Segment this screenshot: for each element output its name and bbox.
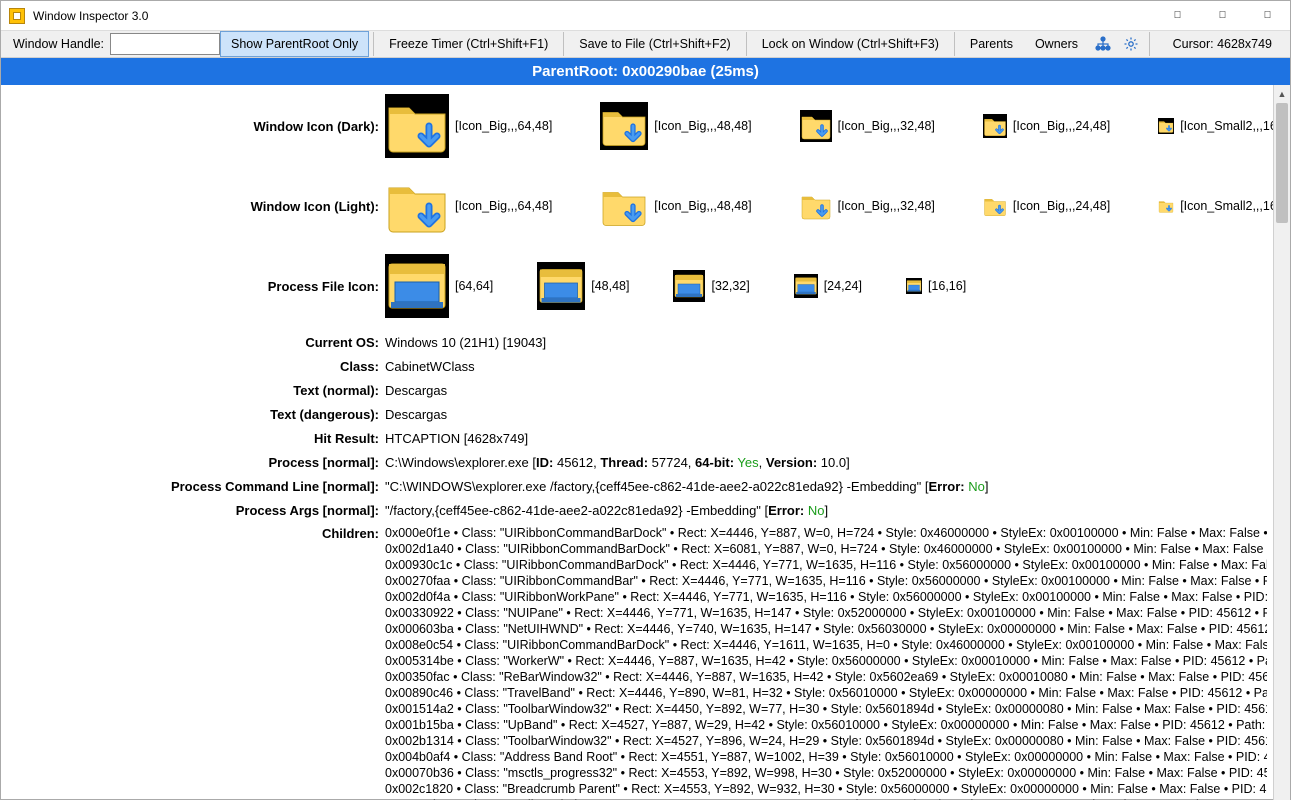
scroll-up-icon[interactable]: ▲ [1274, 85, 1290, 102]
freeze-timer-button[interactable]: Freeze Timer (Ctrl+Shift+F1) [378, 31, 559, 57]
folder-download-icon [983, 114, 1007, 138]
value-children: 0x000e0f1e • Class: "UIRibbonCommandBarD… [385, 525, 1267, 800]
value-class: CabinetWClass [385, 359, 475, 374]
icon-caption: [24,24] [824, 279, 862, 293]
window-handle-label: Window Handle: [7, 37, 110, 51]
value-process-normal: C:\Windows\explorer.exe [ID: 45612, Thre… [385, 455, 850, 470]
label-process-cmdline: Process Command Line [normal]: [7, 479, 385, 494]
folder-download-icon [800, 110, 832, 142]
vertical-scrollbar[interactable]: ▲ ▼ [1273, 85, 1290, 800]
close-button[interactable]:  [1245, 1, 1290, 31]
label-process-normal: Process [normal]: [7, 455, 385, 470]
window-icon-light-set: [Icon_Big,,,64,48] [Icon_Big,,,48,48] [I… [385, 174, 1273, 238]
value-hit-result: HTCAPTION [4628x749] [385, 431, 528, 446]
icon-caption: [Icon_Big,,,64,48] [455, 119, 552, 133]
details-pane[interactable]: Window Icon (Dark): [Icon_Big,,,64,48] [… [1, 85, 1273, 800]
folder-download-icon [600, 102, 648, 150]
explorer-icon [906, 278, 922, 294]
explorer-icon [794, 274, 818, 298]
folder-download-icon [1158, 198, 1174, 214]
titlebar: Window Inspector 3.0    [1, 1, 1290, 31]
lock-on-window-button[interactable]: Lock on Window (Ctrl+Shift+F3) [751, 31, 950, 57]
value-process-cmdline: "C:\WINDOWS\explorer.exe /factory,{ceff4… [385, 479, 988, 494]
minimize-button[interactable]:  [1155, 1, 1200, 31]
settings-icon[interactable] [1117, 31, 1145, 57]
label-class: Class: [7, 359, 385, 374]
folder-download-icon [600, 182, 648, 230]
icon-caption: [16,16] [928, 279, 966, 293]
window-title: Window Inspector 3.0 [33, 9, 1155, 23]
show-parentroot-button[interactable]: Show ParentRoot Only [220, 31, 369, 57]
owners-button[interactable]: Owners [1024, 31, 1089, 57]
icon-caption: [32,32] [711, 279, 749, 293]
label-process-args: Process Args [normal]: [7, 503, 385, 518]
value-text-normal: Descargas [385, 383, 447, 398]
scrollbar-thumb[interactable] [1276, 103, 1288, 223]
label-children: Children: [7, 525, 385, 541]
value-process-args: "/factory,{ceff45ee-c862-41de-aee2-a022c… [385, 503, 828, 518]
explorer-icon [537, 262, 585, 310]
folder-download-icon [385, 94, 449, 158]
value-text-dangerous: Descargas [385, 407, 447, 422]
label-text-normal: Text (normal): [7, 383, 385, 398]
window-handle-input[interactable] [110, 33, 220, 55]
icon-caption: [Icon_Big,,,48,48] [654, 199, 751, 213]
cursor-position: Cursor: 4628x749 [1161, 37, 1284, 51]
label-hit-result: Hit Result: [7, 431, 385, 446]
label-text-dangerous: Text (dangerous): [7, 407, 385, 422]
maximize-button[interactable]:  [1200, 1, 1245, 31]
tree-icon[interactable] [1089, 31, 1117, 57]
value-current-os: Windows 10 (21H1) [19043] [385, 335, 546, 350]
label-current-os: Current OS: [7, 335, 385, 350]
folder-download-icon [385, 174, 449, 238]
icon-caption: [48,48] [591, 279, 629, 293]
toolbar: Window Handle: Show ParentRoot Only Free… [1, 31, 1290, 58]
icon-caption: [Icon_Small2,,,16,24] [1180, 199, 1273, 213]
label-window-icon-light: Window Icon (Light): [7, 199, 385, 214]
folder-download-icon [800, 190, 832, 222]
explorer-icon [673, 270, 705, 302]
icon-caption: [Icon_Big,,,48,48] [654, 119, 751, 133]
parentroot-banner: ParentRoot: 0x00290bae (25ms) [1, 58, 1290, 85]
process-file-icon-set: [64,64] [48,48] [32,32] [24,24] [16,16] [385, 254, 966, 318]
icon-caption: [Icon_Big,,,32,48] [838, 199, 935, 213]
window-icon-dark-set: [Icon_Big,,,64,48] [Icon_Big,,,48,48] [I… [385, 94, 1273, 158]
parents-button[interactable]: Parents [959, 31, 1024, 57]
label-process-file-icon: Process File Icon: [7, 279, 385, 294]
explorer-icon [385, 254, 449, 318]
folder-download-icon [1158, 118, 1174, 134]
icon-caption: [Icon_Big,,,32,48] [838, 119, 935, 133]
icon-caption: [Icon_Big,,,24,48] [1013, 199, 1110, 213]
app-icon [9, 8, 25, 24]
label-window-icon-dark: Window Icon (Dark): [7, 119, 385, 134]
save-to-file-button[interactable]: Save to File (Ctrl+Shift+F2) [568, 31, 741, 57]
icon-caption: [Icon_Big,,,24,48] [1013, 119, 1110, 133]
icon-caption: [Icon_Big,,,64,48] [455, 199, 552, 213]
icon-caption: [Icon_Small2,,,16,24] [1180, 119, 1273, 133]
folder-download-icon [983, 194, 1007, 218]
icon-caption: [64,64] [455, 279, 493, 293]
